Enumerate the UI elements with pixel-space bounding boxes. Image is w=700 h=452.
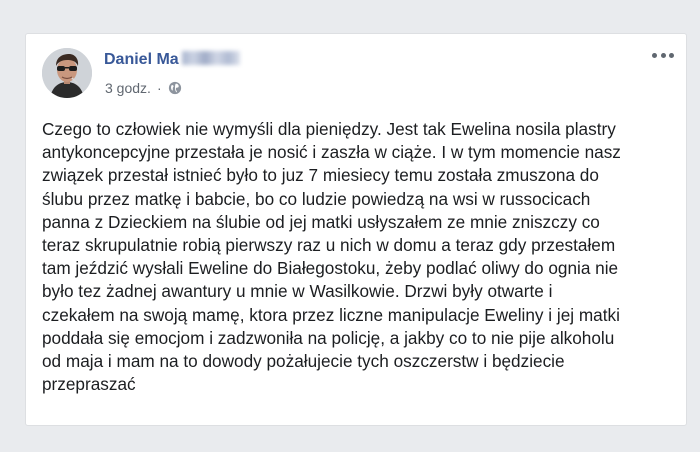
post-line: związek przestał istnieć było to juz 7 m… bbox=[42, 165, 599, 186]
more-options-icon[interactable] bbox=[652, 50, 674, 60]
redacted-name-blur bbox=[181, 51, 240, 65]
post-line: antykoncepcyjne przestała je nosić i zas… bbox=[42, 142, 621, 163]
author-name[interactable]: Daniel Ma bbox=[104, 51, 240, 69]
more-dot bbox=[652, 52, 657, 58]
avatar-image bbox=[42, 48, 92, 98]
post-line: teraz skrupulatnie robią pierwszy raz u … bbox=[42, 235, 616, 256]
post-line: ślubu przez matkę i babcie, bo co ludzie… bbox=[42, 188, 591, 209]
globe-icon[interactable] bbox=[168, 81, 182, 95]
post-line: od maja i mam na to dowody pożałujecie t… bbox=[42, 351, 565, 372]
more-dot bbox=[669, 52, 674, 58]
post-line: przepraszać bbox=[42, 374, 136, 395]
post-line: czekałem na swoją mamę, ktora przez licz… bbox=[42, 304, 620, 325]
post-line: było tez żadnej awantury u mnie w Wasilk… bbox=[42, 281, 553, 302]
post-body: Czego to człowiek nie wymyśli dla pienię… bbox=[42, 118, 672, 396]
post-line: Czego to człowiek nie wymyśli dla pienię… bbox=[42, 119, 616, 139]
more-dot bbox=[660, 52, 666, 58]
post-line: tam jeździć wysłali Eweline do Białegost… bbox=[42, 258, 619, 279]
post-meta: 3 godz. · bbox=[105, 80, 182, 96]
post-line: poddała się emocjom i zadzwoniła na poli… bbox=[42, 327, 615, 348]
timestamp-link[interactable]: 3 godz. bbox=[105, 80, 151, 96]
post-card: Daniel Ma 3 godz. · Czego to człowiek ni… bbox=[25, 33, 687, 426]
meta-separator: · bbox=[156, 80, 162, 96]
post-line: panna z Dzieckiem na ślubie od jej matki… bbox=[42, 211, 600, 232]
author-name-text[interactable]: Daniel Ma bbox=[104, 51, 179, 68]
avatar[interactable] bbox=[42, 48, 92, 98]
